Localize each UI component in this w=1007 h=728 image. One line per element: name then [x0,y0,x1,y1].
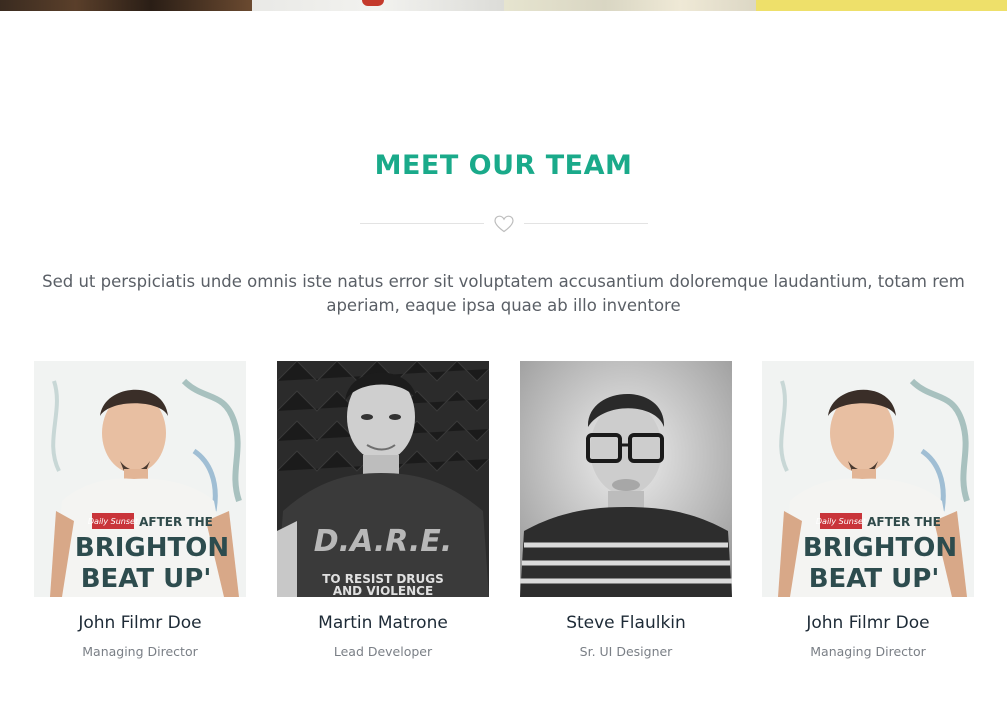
member-photo: D.A.R.E. TO RESIST DRUGS AND VIOLENCE [277,361,489,597]
svg-text:BEAT UP': BEAT UP' [81,564,212,594]
team-member-card: Daily Sunset AFTER THE BRIGHTON BEAT UP'… [762,361,974,659]
svg-text:Daily Sunset: Daily Sunset [88,517,139,526]
member-role: Sr. UI Designer [579,644,673,659]
divider-line-right [524,223,648,224]
member-name: Steve Flaulkin [566,613,686,633]
member-name: John Filmr Doe [78,613,202,633]
member-role: Lead Developer [333,644,433,659]
member-photo: Daily Sunset AFTER THE BRIGHTON BEAT UP' [762,361,974,597]
svg-text:D.A.R.E.: D.A.R.E. [314,524,452,559]
svg-text:AFTER THE: AFTER THE [867,515,941,529]
heart-icon [494,215,514,233]
banner-photo-2 [252,0,504,11]
member-name: Martin Matrone [318,613,448,633]
team-member-card: D.A.R.E. TO RESIST DRUGS AND VIOLENCE Ma… [277,361,489,659]
team-member-card: Daily Sunset AFTER THE BRIGHTON BEAT UP'… [34,361,246,659]
banner-photo-3 [504,0,756,11]
member-photo: Daily Sunset AFTER THE BRIGHTON BEAT UP' [34,361,246,597]
intro-text: Sed ut perspiciatis unde omnis iste natu… [42,272,965,315]
team-grid: Daily Sunset AFTER THE BRIGHTON BEAT UP'… [34,361,974,681]
svg-text:Daily Sunset: Daily Sunset [816,517,867,526]
banner-photo-1 [0,0,252,11]
svg-text:BRIGHTON: BRIGHTON [803,533,957,563]
svg-text:BEAT UP': BEAT UP' [809,564,940,594]
banner-photo-4 [756,0,1007,11]
member-role: Managing Director [810,644,926,659]
member-name: John Filmr Doe [806,613,930,633]
member-photo [520,361,732,597]
banner-strip [0,0,1007,11]
member-role: Managing Director [82,644,198,659]
team-member-card: Steve Flaulkin Sr. UI Designer [520,361,732,659]
title-divider [360,213,648,235]
svg-text:BRIGHTON: BRIGHTON [75,533,229,563]
section-title: MEET OUR TEAM [374,150,633,181]
divider-line-left [360,223,484,224]
svg-text:AFTER THE: AFTER THE [139,515,213,529]
svg-text:AND VIOLENCE: AND VIOLENCE [333,584,433,597]
